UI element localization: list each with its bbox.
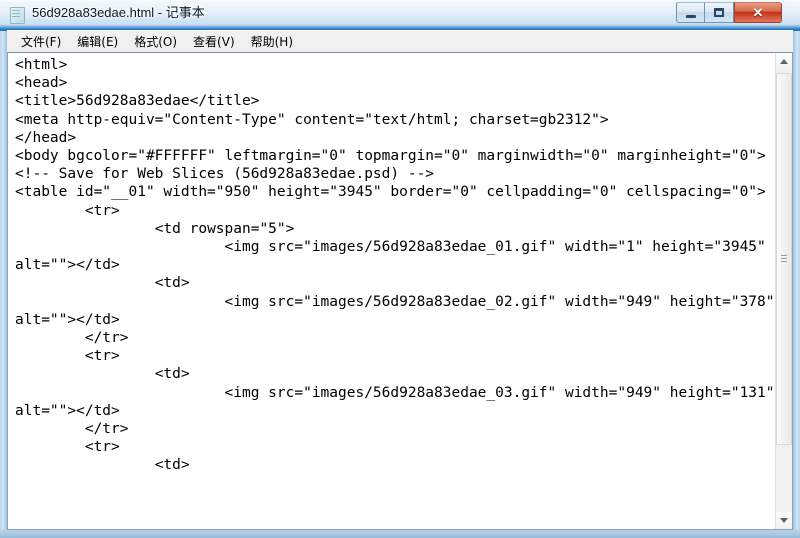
scroll-up-icon[interactable] bbox=[776, 53, 792, 70]
menu-view[interactable]: 查看(V) bbox=[185, 31, 243, 53]
scroll-thumb[interactable] bbox=[776, 73, 792, 445]
window-frame-right-edge bbox=[793, 0, 800, 538]
vertical-scrollbar[interactable] bbox=[775, 53, 792, 529]
close-button[interactable]: ✕ bbox=[734, 2, 782, 23]
menu-file[interactable]: 文件(F) bbox=[13, 31, 69, 53]
notepad-document-icon bbox=[9, 7, 25, 24]
minimize-icon bbox=[677, 3, 704, 22]
menu-help[interactable]: 帮助(H) bbox=[243, 31, 301, 53]
close-icon: ✕ bbox=[752, 5, 764, 20]
window-frame-bottom-edge bbox=[0, 530, 800, 538]
minimize-button[interactable] bbox=[676, 2, 705, 23]
text-editor-area[interactable]: <html> <head> <title>56d928a83edae</titl… bbox=[8, 53, 775, 529]
window-frame-left-edge bbox=[0, 0, 7, 538]
menu-edit[interactable]: 编辑(E) bbox=[69, 31, 126, 53]
menu-bar: 文件(F) 编辑(E) 格式(O) 查看(V) 帮助(H) bbox=[7, 30, 793, 52]
client-area: <html> <head> <title>56d928a83edae</titl… bbox=[7, 52, 793, 530]
maximize-icon bbox=[705, 3, 733, 22]
menu-format[interactable]: 格式(O) bbox=[126, 31, 185, 53]
editor-text-content[interactable]: <html> <head> <title>56d928a83edae</titl… bbox=[15, 56, 775, 475]
window-title: 56d928a83edae.html - 记事本 bbox=[32, 5, 205, 20]
title-bar[interactable]: 56d928a83edae.html - 记事本 ✕ bbox=[0, 0, 800, 31]
notepad-window: 56d928a83edae.html - 记事本 ✕ 文件(F) 编辑(E) 格… bbox=[0, 0, 800, 538]
scroll-down-icon[interactable] bbox=[776, 512, 792, 529]
scroll-thumb-grip bbox=[781, 255, 787, 263]
maximize-button[interactable] bbox=[705, 2, 734, 23]
